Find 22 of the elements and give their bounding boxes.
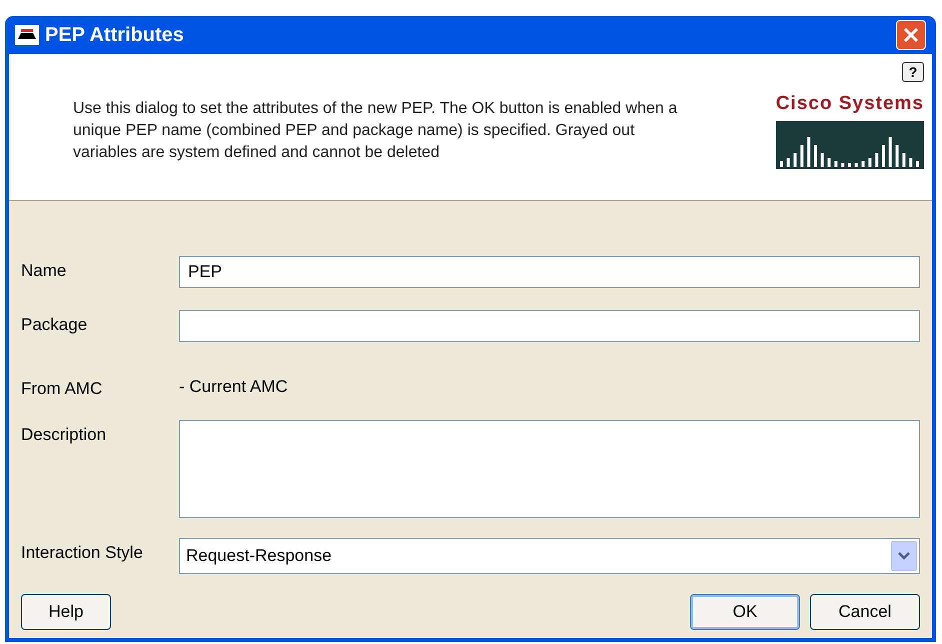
dropdown-caret-icon bbox=[891, 540, 917, 570]
interaction-style-dropdown[interactable]: Request-Response bbox=[179, 538, 920, 574]
instructions-text: Use this dialog to set the attributes of the new PEP. The OK button is enabled when a unique PEP name (combined PEP and package name) is specified. Grayed out variables are system defined and cannot be deleted bbox=[73, 99, 678, 163]
logo-text: Cisco Systems bbox=[776, 92, 924, 116]
field-label: Name bbox=[21, 260, 68, 282]
dialog-button[interactable]: OK bbox=[690, 594, 800, 630]
field-label: Package bbox=[21, 314, 88, 336]
help-button[interactable]: Help bbox=[21, 594, 111, 630]
text-field[interactable]: PEP bbox=[179, 256, 920, 288]
field-label: Interaction Style bbox=[21, 542, 144, 564]
app-icon bbox=[15, 25, 39, 45]
help-icon-button[interactable]: ? bbox=[902, 62, 924, 82]
close-button[interactable] bbox=[896, 20, 926, 50]
description-field[interactable] bbox=[179, 420, 920, 518]
logo-bars-icon bbox=[776, 120, 924, 168]
text-field[interactable] bbox=[179, 310, 920, 342]
dialog-button[interactable]: Cancel bbox=[810, 594, 920, 630]
field-value: - Current AMC bbox=[179, 376, 288, 398]
close-icon bbox=[902, 26, 920, 44]
field-label: From AMC bbox=[21, 378, 104, 400]
window-title: PEP Attributes bbox=[45, 23, 184, 48]
field-label: Description bbox=[21, 424, 108, 446]
